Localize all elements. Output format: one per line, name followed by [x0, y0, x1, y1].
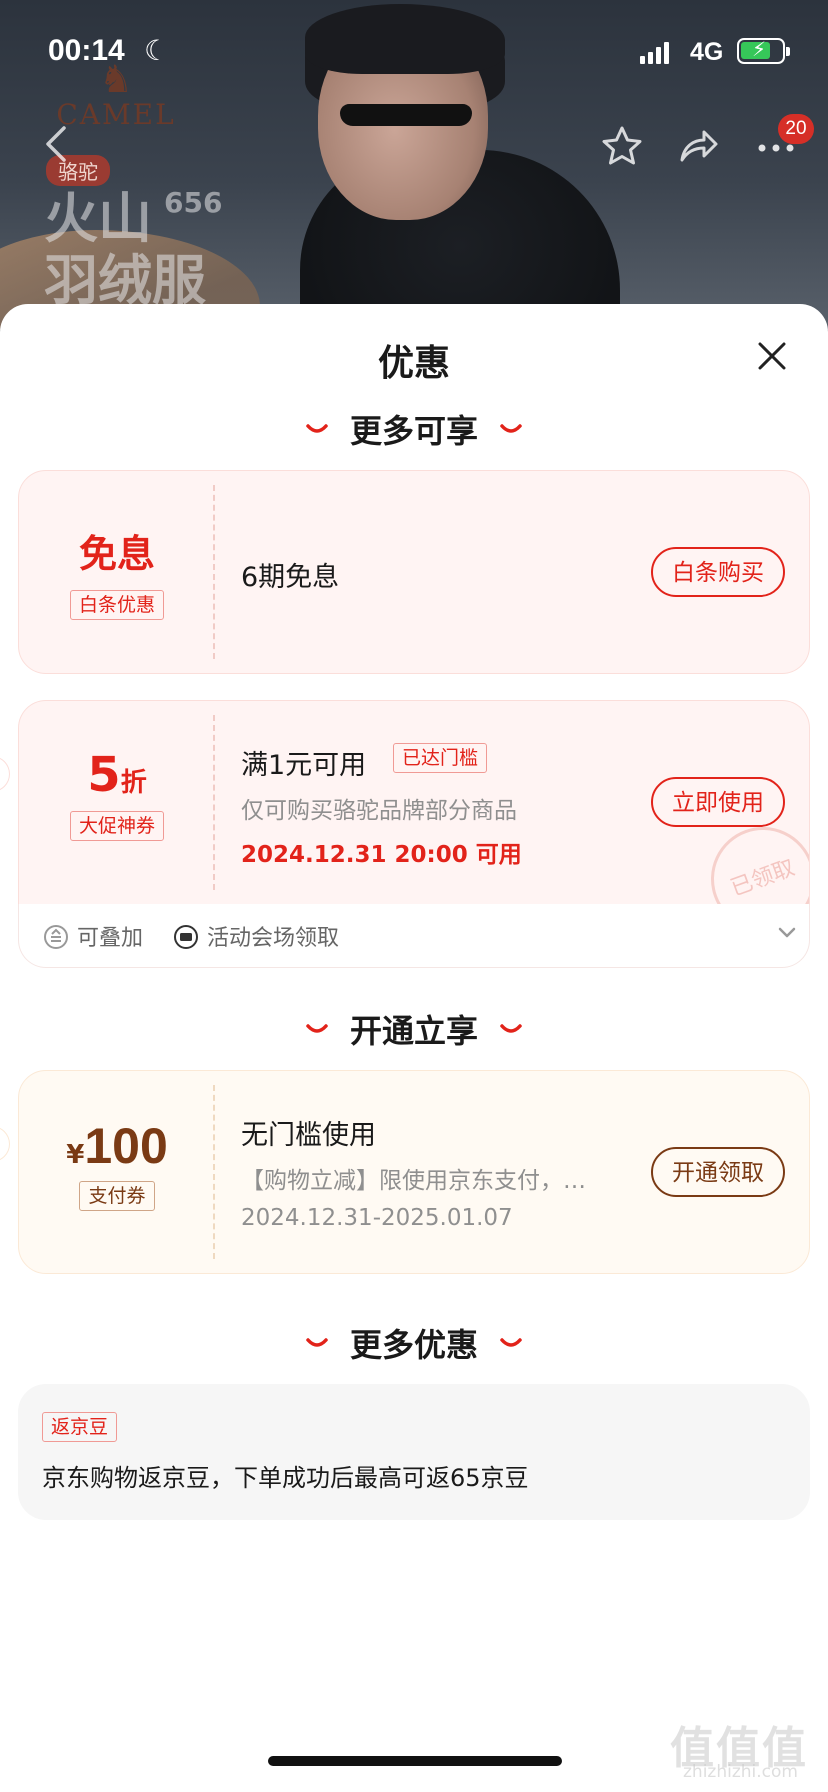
status-time: 00:14	[48, 34, 125, 67]
moon-icon: ☾	[144, 34, 170, 67]
coupon-amount: 100	[84, 1118, 168, 1174]
jingdou-rebate-card[interactable]: 返京豆 京东购物返京豆，下单成功后最高可返65京豆	[18, 1384, 810, 1520]
share-arrow-icon[interactable]	[674, 124, 722, 168]
coupon-left-panel: 5折 大促神券	[19, 701, 215, 904]
coupon-valid-time: 2024.12.31-2025.01.07	[241, 1205, 513, 1231]
coupon-title: 6期免息	[241, 562, 340, 593]
jingdou-description: 京东购物返京豆，下单成功后最高可返65京豆	[42, 1464, 529, 1492]
coupon-description: 仅可购买骆驼品牌部分商品	[241, 798, 517, 824]
coupon-valid-time: 2024.12.31 20:00 可用	[241, 842, 522, 868]
coupon-footer[interactable]: 可叠加 活动会场领取	[18, 904, 810, 968]
coupon-left-panel: ¥100 支付券	[19, 1071, 215, 1273]
coupon-card-interest-free: 免息 白条优惠 6期免息 白条购买	[18, 470, 810, 674]
coupon-value: 免息	[78, 532, 155, 576]
coupon-source-label: 活动会场领取	[173, 920, 339, 952]
section-heading-more-available: 更多可享	[0, 406, 828, 452]
back-arrow-icon[interactable]	[40, 122, 74, 166]
section-heading-more-offers: 更多优惠	[0, 1320, 828, 1366]
coupon-description: 【购物立减】限使用京东支付，…	[241, 1168, 586, 1194]
promo-title-line1: 火山	[44, 187, 152, 250]
smile-decoration-icon	[500, 424, 522, 433]
smile-decoration-icon	[306, 1024, 328, 1033]
smile-decoration-icon	[500, 1024, 522, 1033]
dashed-divider	[213, 715, 215, 890]
coupon-value: 5折	[19, 747, 215, 803]
ticket-notch	[0, 1126, 10, 1162]
promo-title-line2: 羽绒服	[44, 249, 206, 312]
message-count-badge: 20	[778, 114, 814, 144]
cellular-signal-icon	[640, 42, 670, 64]
status-bar: 00:14 ☾ 4G ⚡	[0, 0, 828, 100]
coupon-card-payment: ¥100 支付券 无门槛使用 【购物立减】限使用京东支付，… 2024.12.3…	[18, 1070, 810, 1274]
home-indicator[interactable]	[268, 1756, 562, 1766]
dashed-divider	[213, 485, 215, 659]
hero-sunglasses	[340, 104, 472, 126]
section-heading-text: 更多可享	[349, 412, 478, 450]
threshold-reached-tag: 已达门槛	[393, 743, 488, 773]
section-heading-text: 开通立享	[349, 1012, 478, 1050]
close-icon[interactable]	[754, 338, 790, 374]
dashed-divider	[213, 1085, 215, 1259]
network-type: 4G	[690, 38, 724, 66]
coupon-type-tag: 大促神券	[69, 811, 164, 841]
coupon-value: ¥100	[19, 1117, 215, 1175]
smile-decoration-icon	[306, 424, 328, 433]
baitiao-buy-button[interactable]: 白条购买	[651, 547, 785, 597]
chevron-down-icon[interactable]	[777, 926, 797, 940]
coupon-value-number: 5	[87, 747, 121, 803]
use-now-button[interactable]: 立即使用	[651, 777, 785, 827]
smile-decoration-icon	[500, 1338, 522, 1347]
coupon-type-tag: 支付券	[79, 1181, 155, 1211]
coupon-value-unit: 折	[120, 768, 147, 798]
section-heading-activate-to-enjoy: 开通立享	[0, 1006, 828, 1052]
currency-symbol: ¥	[66, 1140, 85, 1170]
coupon-title: 无门槛使用	[241, 1120, 376, 1151]
sheet-title: 优惠	[377, 343, 450, 384]
promotions-sheet: 优惠 更多可享 免息 白条优惠 6期免息 白条购买 5折 大促神券 满1元可用 …	[0, 304, 828, 1792]
coupon-title: 满1元可用	[241, 750, 367, 781]
charging-bolt-icon: ⚡	[752, 37, 767, 61]
smile-decoration-icon	[306, 1338, 328, 1347]
jingdou-tag: 返京豆	[42, 1412, 118, 1442]
coupon-left-panel: 免息 白条优惠	[19, 471, 215, 673]
ticket-notch	[0, 756, 10, 792]
section-heading-text: 更多优惠	[349, 1326, 478, 1364]
promo-number: 656	[164, 186, 223, 219]
activate-claim-button[interactable]: 开通领取	[651, 1147, 785, 1197]
promo-title: 火山 羽绒服	[44, 188, 274, 312]
favorite-star-icon[interactable]	[598, 124, 646, 168]
coupon-type-tag: 白条优惠	[69, 590, 164, 620]
ticket-icon	[174, 925, 198, 949]
battery-icon: ⚡	[737, 37, 790, 64]
stackable-label: 可叠加	[43, 920, 143, 952]
watermark-site: zhizhizhi.com	[683, 1762, 798, 1782]
stackable-icon	[44, 925, 68, 949]
coupon-card-discount: 5折 大促神券 满1元可用 已达门槛 仅可购买骆驼品牌部分商品 2024.12.…	[18, 700, 810, 904]
